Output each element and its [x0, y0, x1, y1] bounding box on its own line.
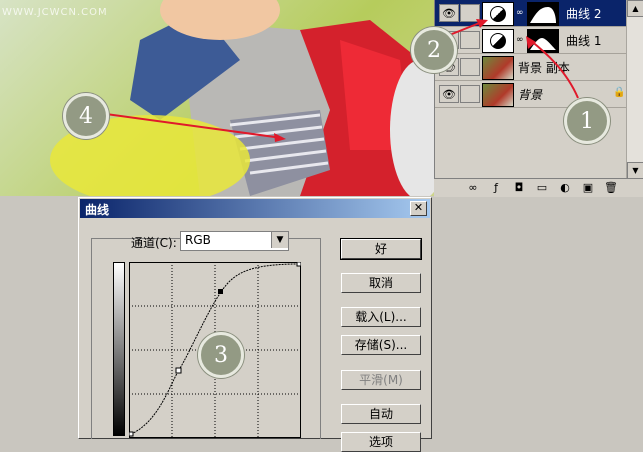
layer-state-box[interactable]: [460, 4, 480, 22]
curves-adjustment-icon: [490, 33, 506, 49]
channel-value: RGB: [185, 233, 211, 247]
save-button[interactable]: 存储(S)...: [341, 335, 421, 355]
channel-label: 通道(C):: [131, 236, 177, 250]
layer-state-box[interactable]: [460, 85, 480, 103]
layer-state-box[interactable]: [460, 58, 480, 76]
layer-name: 曲线 1: [566, 34, 602, 48]
ok-button[interactable]: 好: [340, 238, 422, 260]
mask-shape: [530, 38, 556, 50]
layer-name: 背景 副本: [518, 61, 570, 75]
output-gradient-bar: [113, 262, 125, 436]
chevron-down-icon[interactable]: ▼: [271, 232, 288, 248]
layer-state-box[interactable]: [460, 31, 480, 49]
layer-thumbnail[interactable]: [482, 83, 514, 107]
curve-point-selected: [218, 289, 223, 294]
layer-thumbnail[interactable]: [482, 56, 514, 80]
adjustment-thumbnail[interactable]: [482, 2, 514, 26]
annotation-marker-3: 3: [198, 332, 244, 378]
auto-button[interactable]: 自动: [341, 404, 421, 424]
layers-panel: 👁 ∞ 曲线 2 👁 ∞ 曲线 1 👁 背景 副本 👁 背景 🔒: [434, 0, 643, 196]
curve-endpoint: [296, 262, 301, 267]
smooth-button[interactable]: 平滑(M): [341, 370, 421, 390]
layers-toolbar: ∞ ƒ ◘ ▭ ◐ ▣ 🗑: [434, 178, 643, 197]
chain-link-icon[interactable]: ∞: [516, 35, 524, 45]
layer-row-curves-1[interactable]: 👁 ∞ 曲线 1: [435, 27, 627, 54]
visibility-eye-icon[interactable]: 👁: [439, 85, 459, 103]
lock-icon: 🔒: [613, 87, 626, 98]
layer-style-icon[interactable]: ƒ: [489, 181, 503, 195]
curve-endpoint: [129, 431, 134, 437]
scroll-down-icon[interactable]: ▼: [627, 162, 643, 179]
dialog-titlebar[interactable]: 曲线 ✕: [80, 199, 430, 218]
add-mask-icon[interactable]: ◘: [512, 181, 526, 195]
options-button[interactable]: 选项: [341, 432, 421, 452]
link-layers-icon[interactable]: ∞: [466, 181, 480, 195]
adjustment-thumbnail[interactable]: [482, 29, 514, 53]
layer-mask-thumbnail[interactable]: [527, 2, 559, 26]
layer-row-curves-2[interactable]: 👁 ∞ 曲线 2: [435, 0, 627, 27]
annotation-marker-2: 2: [411, 27, 457, 73]
delete-layer-icon[interactable]: 🗑: [604, 181, 618, 195]
layer-mask-thumbnail[interactable]: [527, 29, 559, 53]
mask-shape: [530, 7, 556, 23]
close-icon[interactable]: ✕: [410, 201, 427, 216]
new-layer-icon[interactable]: ▣: [581, 181, 595, 195]
cancel-button[interactable]: 取消: [341, 273, 421, 293]
photo-canvas[interactable]: WWW.JCWCN.COM: [0, 0, 434, 196]
load-button[interactable]: 载入(L)...: [341, 307, 421, 327]
dialog-title: 曲线: [85, 203, 110, 217]
curves-dialog: 曲线 ✕ 通道(C): RGB ▼ 好 取消 载入(L)... 存储(S)...…: [78, 197, 432, 452]
new-set-icon[interactable]: ▭: [535, 181, 549, 195]
visibility-eye-icon[interactable]: 👁: [439, 4, 459, 22]
channel-select[interactable]: RGB ▼: [180, 231, 289, 251]
chain-link-icon[interactable]: ∞: [516, 8, 524, 18]
curve-point: [175, 367, 182, 374]
layer-name: 曲线 2: [566, 7, 602, 21]
layer-name: 背景: [518, 88, 543, 102]
annotation-marker-4: 4: [63, 93, 109, 139]
annotation-marker-1: 1: [564, 98, 610, 144]
watermark: WWW.JCWCN.COM: [2, 7, 108, 18]
curves-adjustment-icon: [490, 6, 506, 22]
scroll-up-icon[interactable]: ▲: [627, 0, 643, 17]
new-adjustment-icon[interactable]: ◐: [558, 181, 572, 195]
layer-row-background-copy[interactable]: 👁 背景 副本: [435, 54, 627, 81]
photo-image: [50, 0, 434, 196]
layers-scrollbar[interactable]: ▲ ▼: [626, 0, 643, 179]
